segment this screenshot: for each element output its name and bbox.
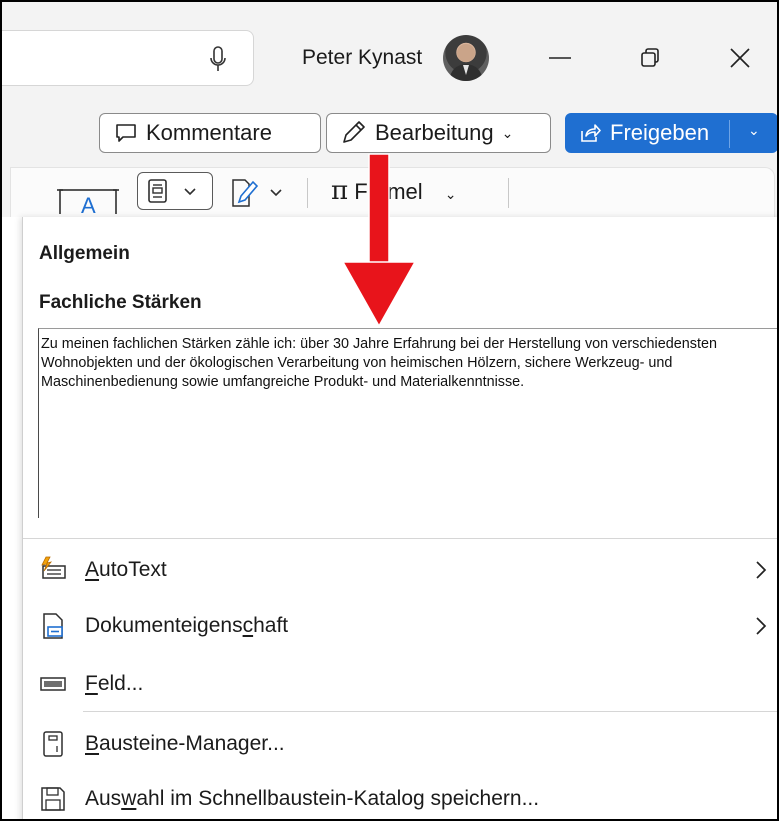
svg-text:A: A [81, 193, 96, 214]
menu-item-autotext[interactable]: AutoText [23, 542, 777, 598]
signature-line-icon[interactable] [227, 174, 287, 210]
share-button[interactable]: Freigeben ⌄ [565, 113, 777, 153]
search-box[interactable] [2, 30, 254, 86]
comments-button[interactable]: Kommentare [99, 113, 321, 153]
editing-label: Bearbeitung [375, 120, 494, 145]
autotext-icon [41, 556, 66, 579]
menu-item-field[interactable]: Feld... [23, 656, 777, 712]
split-divider [729, 120, 730, 148]
menu-separator [83, 711, 777, 712]
menu-label: Bausteine-Manager... [85, 732, 285, 755]
chevron-down-icon: ⌄ [501, 124, 514, 141]
editing-mode-button[interactable]: Bearbeitung ⌄ [326, 113, 551, 153]
menu-item-building-blocks-organizer[interactable]: Bausteine-Manager... [23, 716, 777, 772]
building-block-preview[interactable]: Zu meinen fachlichen Stärken zähle ich: … [38, 328, 777, 518]
word-window: Peter Kynast Kommentare Bearbeitung ⌄ Fr… [0, 0, 779, 821]
title-bar: Peter Kynast [2, 2, 777, 97]
comments-label: Kommentare [146, 120, 272, 145]
save-icon [41, 787, 65, 811]
chevron-down-icon: ⌄ [444, 186, 457, 202]
building-block-text: Zu meinen fachlichen Stärken zähle ich: … [41, 336, 717, 390]
section-strengths-header: Fachliche Stärken [39, 292, 202, 313]
comment-icon [116, 124, 136, 142]
field-icon [40, 677, 66, 691]
quick-parts-icon [148, 179, 196, 203]
menu-item-document-property[interactable]: Dokumenteigenschaft [23, 598, 777, 654]
chevron-right-icon [756, 617, 767, 635]
share-label: Freigeben [610, 120, 710, 145]
menu-label: Feld... [85, 672, 144, 695]
menu-item-save-selection[interactable]: Auswahl im Schnellbaustein-Katalog speic… [23, 771, 777, 819]
avatar-image [449, 44, 483, 81]
quick-parts-button[interactable] [137, 172, 213, 210]
menu-label: Dokumenteigenschaft [85, 614, 289, 637]
menu-label: Auswahl im Schnellbaustein-Katalog speic… [85, 787, 540, 810]
microphone-icon[interactable] [209, 45, 227, 75]
user-name[interactable]: Peter Kynast [302, 46, 422, 70]
document-property-icon [43, 613, 63, 639]
close-icon[interactable] [724, 42, 756, 74]
minimize-icon[interactable] [544, 42, 576, 74]
avatar[interactable] [443, 35, 489, 81]
section-general-header: Allgemein [39, 243, 130, 264]
share-icon [581, 124, 601, 142]
ribbon-divider [508, 178, 509, 208]
text-box-icon[interactable]: A [57, 182, 119, 214]
menu-separator [23, 538, 777, 539]
menu-label: AutoText [85, 558, 167, 581]
annotation-arrow [342, 154, 416, 327]
pencil-icon [343, 121, 365, 143]
chevron-right-icon [756, 561, 767, 579]
building-blocks-organizer-icon [43, 731, 63, 757]
ribbon-divider [307, 178, 308, 208]
restore-icon[interactable] [634, 42, 666, 74]
chevron-down-icon[interactable]: ⌄ [748, 122, 760, 139]
